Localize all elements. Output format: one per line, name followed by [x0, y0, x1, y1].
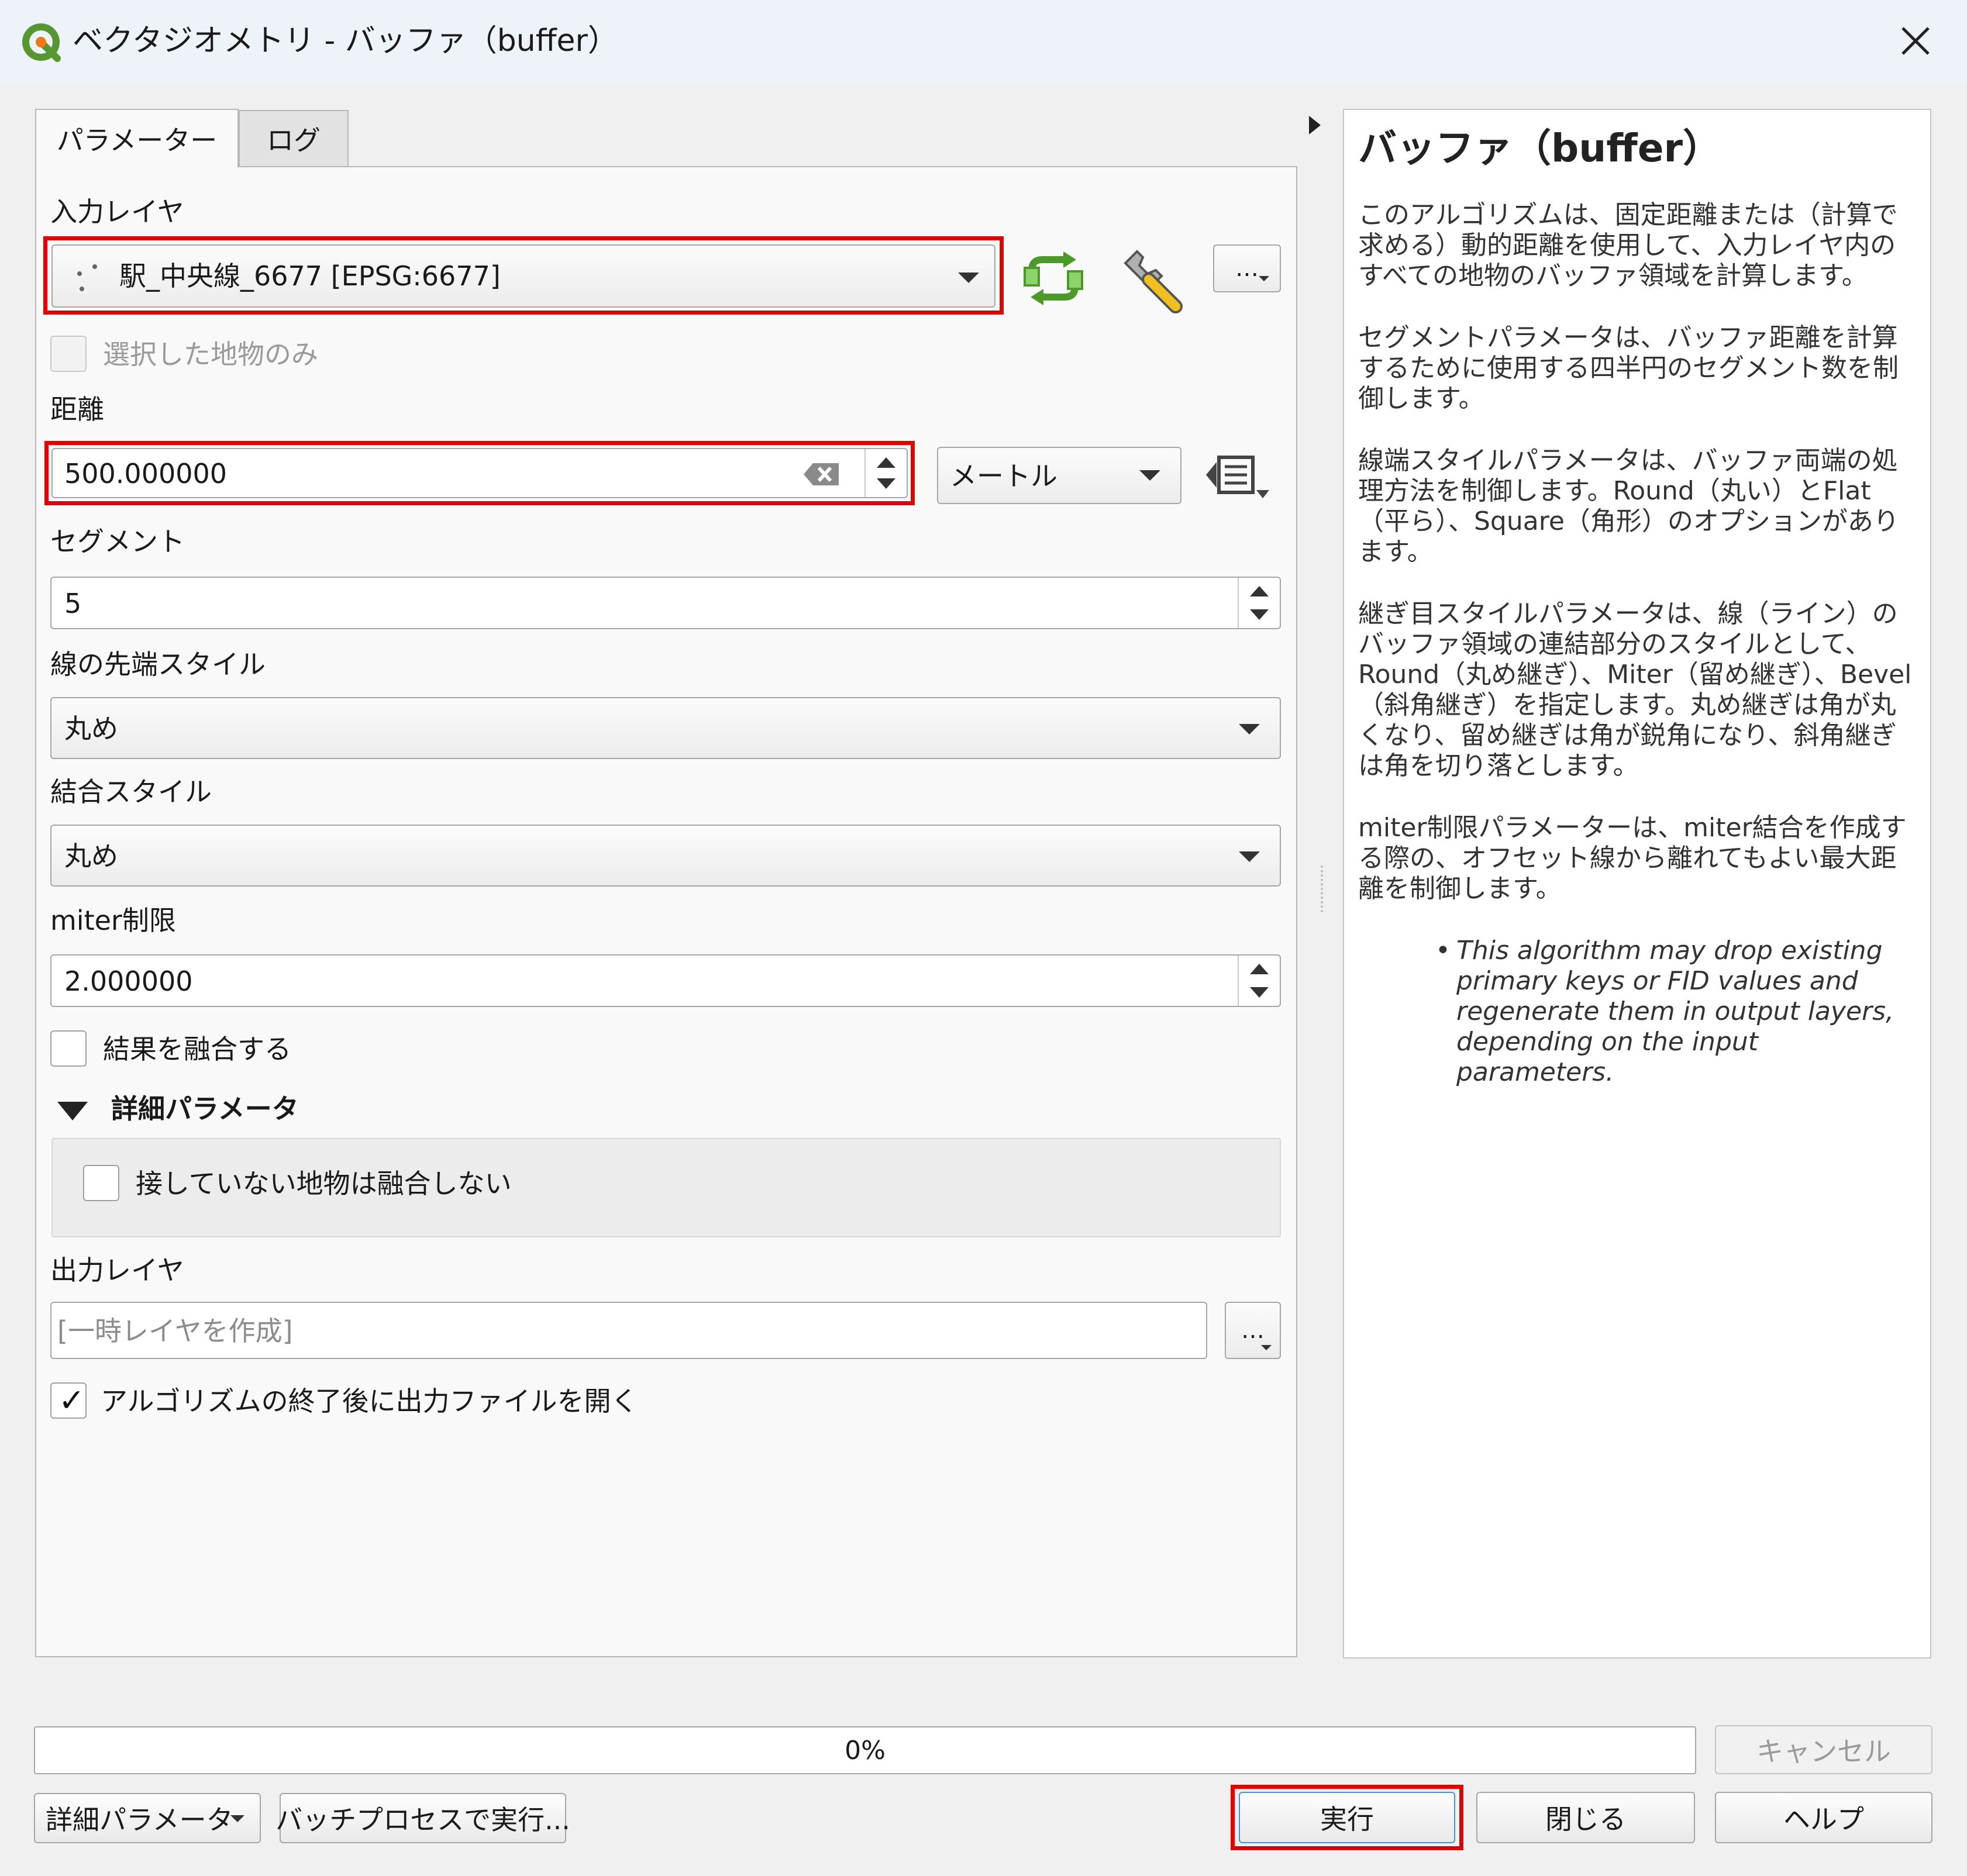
help-title: バッファ（buffer） — [1358, 126, 1722, 171]
advanced-group-title[interactable]: 詳細パラメータ — [111, 1091, 299, 1126]
batch-process-button[interactable]: バッチプロセスで実行... — [275, 1793, 570, 1843]
end-cap-style-label: 線の先端スタイル — [50, 649, 266, 680]
window-title: ベクタジオメトリ - バッファ（buffer） — [73, 23, 618, 58]
distance-value: 500.000000 — [64, 458, 228, 489]
output-layer-more-label: … — [1241, 1317, 1265, 1344]
cancel-button[interactable]: キャンセル — [1715, 1725, 1932, 1774]
open-output-label: アルゴリズムの終了後に出力ファイルを開く — [101, 1385, 638, 1417]
parameters-panel — [35, 166, 1297, 1657]
tab-parameters[interactable]: パラメーター — [35, 109, 239, 167]
close-icon[interactable] — [1889, 18, 1942, 64]
progress-text: 0% — [845, 1735, 886, 1765]
tab-log[interactable]: ログ — [239, 110, 349, 166]
help-paragraph: 線端スタイルパラメータは、バッファ両端の処理方法を制御します。Round（丸い）… — [1358, 446, 1899, 567]
checkmark-icon: ✓ — [58, 1382, 85, 1419]
miter-limit-label: miter制限 — [50, 905, 176, 936]
collapse-triangle-icon[interactable] — [56, 1099, 89, 1123]
input-layer-value: 駅_中央線_6677 [EPSG:6677] — [119, 260, 501, 292]
join-style-value: 丸め — [64, 840, 118, 872]
separate-disjoint-checkbox[interactable] — [83, 1165, 119, 1201]
point-layer-icon — [74, 261, 103, 296]
distance-unit-value: メートル — [950, 460, 1057, 492]
data-defined-icon[interactable] — [1204, 449, 1274, 503]
progress-bar: 0% — [34, 1726, 1696, 1774]
join-style-combobox[interactable]: 丸め — [50, 825, 1281, 887]
distance-spinbox[interactable]: 500.000000 — [51, 448, 908, 498]
advanced-dropdown-button[interactable]: 詳細パラメータ — [34, 1793, 261, 1843]
open-output-checkbox[interactable]: ✓ — [50, 1382, 87, 1419]
selected-only-label: 選択した地物のみ — [103, 339, 318, 370]
qgis-logo-icon — [21, 22, 63, 64]
join-style-label: 結合スタイル — [50, 776, 212, 808]
end-cap-style-combobox[interactable]: 丸め — [50, 697, 1281, 759]
distance-unit-combobox[interactable]: メートル — [937, 447, 1181, 504]
segments-value: 5 — [64, 588, 82, 619]
end-cap-style-value: 丸め — [64, 713, 118, 744]
spin-arrows-icon[interactable] — [1238, 956, 1280, 1006]
input-layer-combobox[interactable]: 駅_中央線_6677 [EPSG:6677] — [51, 244, 995, 308]
clear-icon[interactable] — [802, 461, 840, 488]
dropdown-caret-icon — [1261, 1345, 1272, 1350]
output-layer-more-button[interactable]: … — [1225, 1302, 1281, 1359]
iterate-icon[interactable] — [1021, 250, 1086, 306]
output-layer-label: 出力レイヤ — [50, 1254, 184, 1286]
spin-arrows-icon[interactable] — [1238, 578, 1280, 628]
miter-limit-value: 2.000000 — [64, 965, 193, 997]
tab-log-label: ログ — [267, 125, 321, 156]
distance-label: 距離 — [50, 394, 104, 425]
dropdown-caret-icon — [1259, 276, 1269, 281]
close-button-label: 閉じる — [1545, 1803, 1626, 1835]
run-button[interactable]: 実行 — [1239, 1792, 1455, 1843]
input-layer-more-button[interactable]: … — [1213, 244, 1281, 292]
dropdown-caret-icon — [1139, 470, 1160, 481]
run-button-label: 実行 — [1320, 1803, 1374, 1835]
dissolve-label: 結果を融合する — [103, 1033, 291, 1065]
advanced-button-label: 詳細パラメータ — [46, 1804, 233, 1836]
tab-parameters-label: パラメーター — [56, 125, 218, 156]
help-button[interactable]: ヘルプ — [1715, 1792, 1932, 1843]
selected-only-checkbox[interactable] — [50, 336, 87, 372]
help-panel: バッファ（buffer） このアルゴリズムは、固定距離または（計算で求める）動的… — [1343, 109, 1931, 1658]
help-note: This algorithm may drop existing primary… — [1435, 936, 1916, 1088]
miter-limit-spinbox[interactable]: 2.000000 — [50, 954, 1281, 1007]
collapse-panel-arrow-icon[interactable] — [1308, 113, 1322, 137]
wrench-icon[interactable] — [1117, 246, 1185, 313]
help-button-label: ヘルプ — [1783, 1803, 1864, 1835]
help-paragraph: セグメントパラメータは、バッファ距離を計算するために使用する四半円のセグメント数… — [1358, 323, 1899, 413]
output-layer-field[interactable]: [一時レイヤを作成] — [50, 1302, 1207, 1359]
input-layer-label: 入力レイヤ — [50, 196, 184, 227]
cancel-button-label: キャンセル — [1756, 1736, 1891, 1767]
spin-arrows-icon[interactable] — [864, 449, 907, 497]
dropdown-caret-icon — [958, 273, 979, 283]
output-layer-placeholder: [一時レイヤを作成] — [57, 1315, 293, 1347]
dropdown-caret-icon — [230, 1815, 244, 1822]
input-layer-more-label: … — [1235, 255, 1259, 282]
help-paragraph: 継ぎ目スタイルパラメータは、線（ライン）のバッファ領域の連結部分のスタイルとして… — [1358, 599, 1912, 781]
segments-spinbox[interactable]: 5 — [50, 577, 1281, 629]
splitter-handle[interactable] — [1321, 865, 1324, 912]
help-paragraph: このアルゴリズムは、固定距離または（計算で求める）動的距離を使用して、入力レイヤ… — [1358, 200, 1898, 291]
close-button[interactable]: 閉じる — [1476, 1792, 1695, 1843]
dropdown-caret-icon — [1239, 724, 1260, 734]
dissolve-checkbox[interactable] — [50, 1030, 87, 1067]
separate-disjoint-label: 接していない地物は融合しない — [136, 1168, 512, 1199]
dropdown-caret-icon — [1239, 851, 1260, 862]
help-paragraph: miter制限パラメーターは、miter結合を作成する際の、オフセット線から離れ… — [1358, 813, 1907, 903]
segments-label: セグメント — [50, 526, 185, 557]
batch-button-label: バッチプロセスで実行... — [275, 1804, 570, 1836]
